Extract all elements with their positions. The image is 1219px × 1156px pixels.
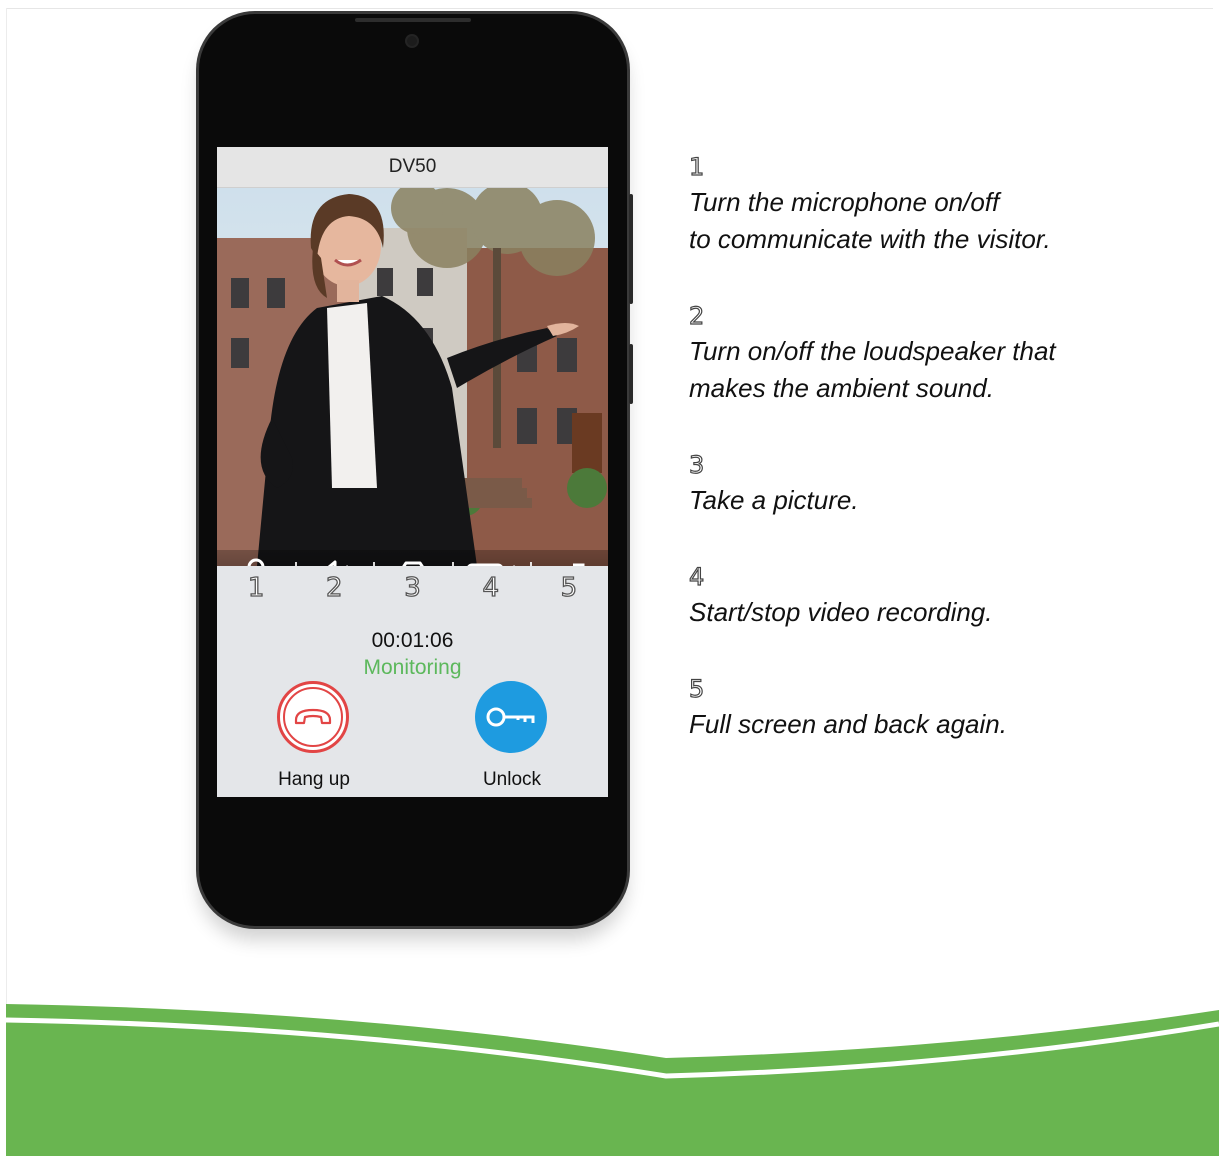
device-title: DV50	[388, 156, 437, 177]
call-status: Monitoring	[363, 656, 462, 679]
control-number: 5	[560, 572, 578, 603]
control-number: 4	[482, 572, 500, 603]
speaker-icon	[327, 560, 349, 566]
step-text-line: Take a picture.	[689, 485, 859, 515]
control-number: 1	[247, 572, 265, 603]
smartphone: DV50 1 2 3 4 5 00:01:06 Monitoring Hang …	[199, 14, 633, 926]
app-screen: DV50 1 2 3 4 5 00:01:06 Monitoring Hang …	[217, 147, 608, 797]
microphone-button[interactable]	[217, 550, 295, 566]
top-border	[6, 8, 1213, 9]
control-number: 2	[325, 572, 343, 603]
step-text-line: Full screen and back again.	[689, 709, 1007, 739]
step-number: 1	[688, 152, 705, 181]
fullscreen-icon	[572, 563, 585, 566]
call-timer: 00:01:06	[371, 629, 454, 652]
control-number: 3	[404, 572, 422, 603]
unlock-label: Unlock	[482, 769, 542, 790]
snapshot-button[interactable]	[373, 550, 451, 566]
control-numbers: 1 2 3 4 5	[217, 572, 608, 607]
step-number: 5	[688, 674, 705, 703]
instruction-step: 3 Take a picture.	[688, 450, 1129, 519]
step-text-line: Turn on/off the loudspeaker that	[689, 336, 1056, 366]
video-feed[interactable]	[217, 188, 608, 566]
decorative-green-wave	[6, 1004, 1219, 1156]
power-button	[629, 344, 633, 404]
step-number: 4	[688, 562, 705, 591]
record-video-button[interactable]	[451, 550, 530, 566]
instruction-step: 1 Turn the microphone on/off to communic…	[688, 152, 1129, 258]
video-camera-icon	[466, 563, 516, 566]
phone-speaker-grille	[355, 18, 471, 22]
step-number: 2	[688, 301, 705, 330]
step-text-line: to communicate with the visitor.	[689, 224, 1051, 254]
hang-up-label: Hang up	[278, 769, 350, 790]
speaker-button[interactable]	[295, 550, 373, 566]
key-icon	[486, 707, 535, 727]
visitor-video-image	[217, 188, 608, 566]
step-number: 3	[688, 450, 705, 479]
step-text-line: Turn the microphone on/off	[689, 187, 1000, 217]
step-text-line: makes the ambient sound.	[689, 373, 994, 403]
instruction-step: 4 Start/stop video recording.	[688, 562, 1129, 631]
fullscreen-button[interactable]	[529, 550, 608, 566]
phone-hangup-icon	[294, 708, 332, 725]
hang-up-button[interactable]	[277, 681, 349, 753]
step-text-line: Start/stop video recording.	[689, 597, 993, 627]
instruction-step: 5 Full screen and back again.	[688, 674, 1129, 743]
front-camera	[407, 36, 417, 46]
hang-up-ring	[283, 687, 343, 747]
instruction-step: 2 Turn on/off the loudspeaker that makes…	[688, 301, 1129, 407]
unlock-button[interactable]	[475, 681, 547, 753]
call-controls-bar	[217, 550, 608, 566]
volume-button	[629, 194, 633, 304]
camera-icon	[401, 561, 424, 566]
left-border	[6, 8, 7, 1156]
microphone-icon	[247, 558, 265, 566]
app-title-bar: DV50	[217, 147, 608, 188]
